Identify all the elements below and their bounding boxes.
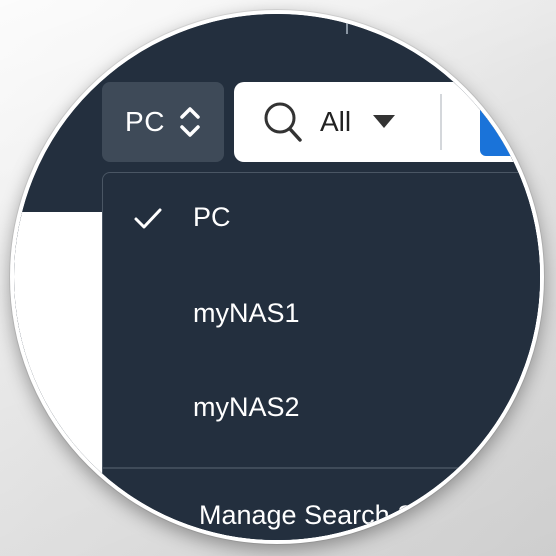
- magnifier-lens: PC All PC myNAS1 myNAS2 Manage Search So…: [10, 10, 544, 544]
- menu-item-label: myNAS2: [193, 391, 300, 422]
- search-submit-button[interactable]: [480, 88, 540, 156]
- menu-separator: [103, 467, 540, 469]
- search-divider: [440, 94, 442, 150]
- search-scope-select[interactable]: All: [320, 82, 396, 162]
- menu-item-mynas1[interactable]: myNAS1: [103, 277, 540, 349]
- search-source-label: PC: [125, 106, 165, 137]
- search-source-dropdown: PC myNAS1 myNAS2 Manage Search Sources: [102, 172, 540, 540]
- menu-item-pc[interactable]: PC: [103, 181, 540, 253]
- chevron-up-down-icon: [179, 105, 201, 139]
- menu-item-label: myNAS1: [193, 297, 300, 328]
- header-divider: [346, 14, 348, 34]
- app-header: PC All PC myNAS1 myNAS2 Manage Search So…: [14, 10, 540, 540]
- search-source-button[interactable]: PC: [102, 82, 224, 162]
- menu-item-manage-sources[interactable]: Manage Search Sources: [103, 479, 540, 540]
- checkmark-icon: [133, 207, 163, 236]
- caret-down-icon: [373, 115, 396, 129]
- app-logo: [218, 10, 298, 20]
- page-content-area: [14, 212, 106, 540]
- search-scope-label: All: [320, 106, 352, 137]
- manage-sources-label: Manage Search Sources: [199, 499, 497, 530]
- menu-item-mynas2[interactable]: myNAS2: [103, 371, 540, 443]
- search-bar: All: [234, 82, 540, 162]
- search-icon: [262, 100, 304, 149]
- menu-item-label: PC: [193, 201, 231, 232]
